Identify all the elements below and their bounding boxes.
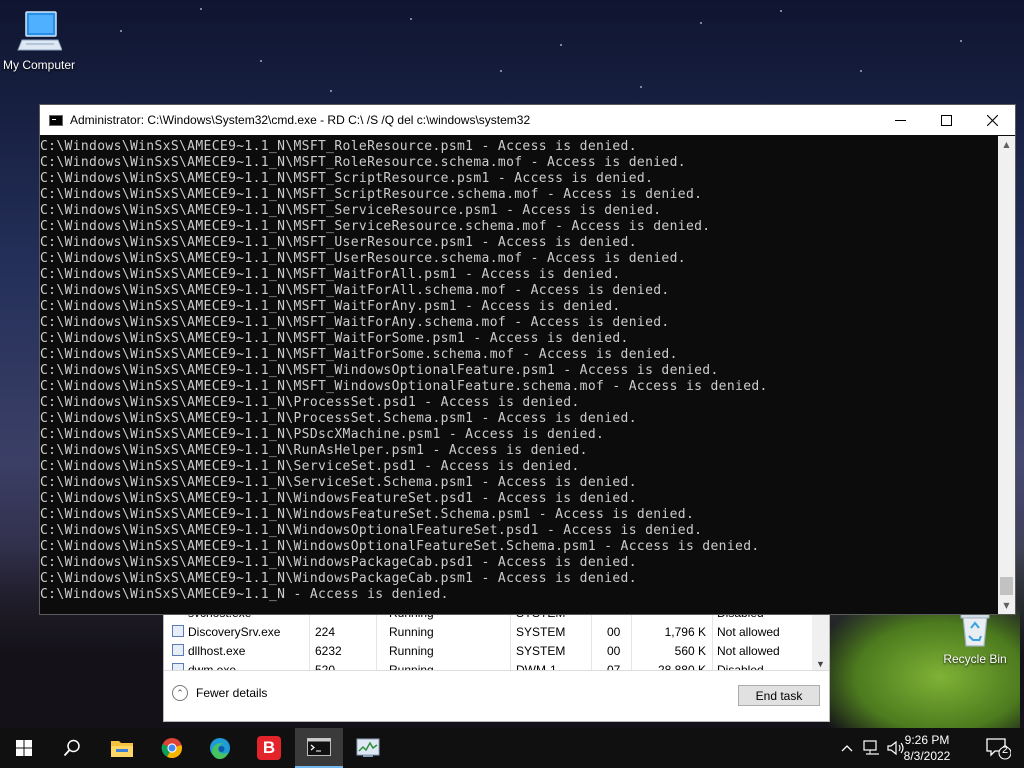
action-center-button[interactable]: 2 (978, 728, 1018, 768)
chevron-up-icon: ⌃ (172, 685, 188, 701)
taskbar: B 9:26 PM 8/3/2022 2 (0, 728, 1024, 768)
network-icon (863, 740, 879, 755)
process-uac: Not allowed (717, 644, 780, 658)
scrollbar-thumb[interactable] (1000, 577, 1013, 595)
end-task-button[interactable]: End task (738, 685, 820, 706)
bitdefender-icon: B (257, 736, 281, 760)
computer-icon (17, 11, 62, 51)
cmd-title-text: Administrator: C:\Windows\System32\cmd.e… (70, 113, 531, 127)
cmd-output-area[interactable]: C:\Windows\WinSxS\AMECE9~1.1_N\MSFT_Role… (40, 136, 998, 614)
chevron-up-icon (841, 745, 853, 752)
cmd-title-bar[interactable]: Administrator: C:\Windows\System32\cmd.e… (40, 105, 1015, 135)
edge-icon (210, 738, 230, 759)
cmd-window[interactable]: Administrator: C:\Windows\System32\cmd.e… (39, 104, 1016, 615)
command-prompt-icon (49, 114, 63, 126)
clock-date: 8/3/2022 (903, 749, 951, 763)
start-button[interactable] (0, 728, 48, 768)
process-icon (172, 644, 184, 656)
process-cpu: 00 (607, 644, 621, 658)
minimize-button[interactable] (877, 105, 923, 135)
process-user: SYSTEM (516, 644, 566, 658)
network-button[interactable] (860, 728, 884, 768)
process-cpu: 00 (607, 625, 621, 639)
search-icon (63, 739, 80, 757)
maximize-button[interactable] (923, 105, 969, 135)
process-row[interactable]: dllhost.exe 6232 Running SYSTEM 00 560 K… (164, 641, 812, 660)
scroll-up-icon[interactable]: ▲ (998, 136, 1015, 153)
taskbar-file-explorer[interactable] (98, 728, 146, 768)
process-pid: 224 (315, 625, 336, 639)
taskbar-task-manager[interactable] (344, 728, 392, 768)
desktop-icon-my-computer[interactable]: My Computer (0, 10, 81, 72)
chrome-icon (161, 738, 182, 759)
windows-start-icon (16, 740, 32, 756)
process-name: DiscoverySrv.exe (188, 625, 281, 639)
notification-count: 2 (1002, 744, 1009, 756)
recycle-bin-icon (960, 613, 990, 647)
close-button[interactable] (969, 105, 1015, 135)
taskbar-clock[interactable]: 9:26 PM 8/3/2022 (892, 732, 962, 764)
fewer-details-label: Fewer details (196, 686, 268, 700)
search-button[interactable] (48, 728, 96, 768)
process-row[interactable]: DiscoverySrv.exe 224 Running SYSTEM 00 1… (164, 622, 812, 641)
task-manager-window: svchost.exe Running SYSTEM Disabled Disc… (163, 605, 830, 722)
desktop-icon-label: Recycle Bin (943, 652, 1007, 666)
process-memory: 560 K (674, 644, 706, 658)
process-list-scrollbar[interactable]: ▼ (812, 606, 829, 672)
close-icon (986, 114, 998, 126)
clock-time: 9:26 PM (904, 733, 950, 747)
process-status: Running (389, 625, 434, 639)
process-user: SYSTEM (516, 625, 566, 639)
taskbar-command-prompt[interactable] (295, 728, 343, 768)
process-icon (172, 625, 184, 637)
process-uac: Not allowed (717, 625, 780, 639)
process-memory: 1,796 K (664, 625, 706, 639)
task-manager-icon (356, 738, 380, 757)
desktop-icon-label: My Computer (2, 58, 76, 72)
process-status: Running (389, 644, 434, 658)
maximize-icon (940, 114, 952, 126)
taskbar-edge[interactable] (196, 728, 244, 768)
process-pid: 6232 (315, 644, 342, 658)
fewer-details-button[interactable]: ⌃ Fewer details (172, 685, 267, 701)
desktop-icon-recycle-bin[interactable]: Recycle Bin (933, 612, 1017, 666)
scroll-down-icon[interactable]: ▼ (998, 597, 1015, 614)
chevron-down-icon[interactable]: ▼ (816, 659, 825, 669)
taskbar-bitdefender[interactable]: B (245, 728, 293, 768)
taskbar-chrome[interactable] (148, 728, 196, 768)
cmd-output-text: C:\Windows\WinSxS\AMECE9~1.1_N\MSFT_Role… (40, 139, 768, 602)
command-prompt-icon (307, 738, 331, 756)
minimize-icon (894, 119, 906, 121)
cmd-scrollbar[interactable]: ▲ ▼ (998, 136, 1015, 614)
task-manager-footer: ⌃ Fewer details End task (164, 670, 829, 721)
show-hidden-icons-button[interactable] (838, 728, 856, 768)
file-explorer-icon (111, 741, 133, 757)
process-name: dllhost.exe (188, 644, 246, 658)
